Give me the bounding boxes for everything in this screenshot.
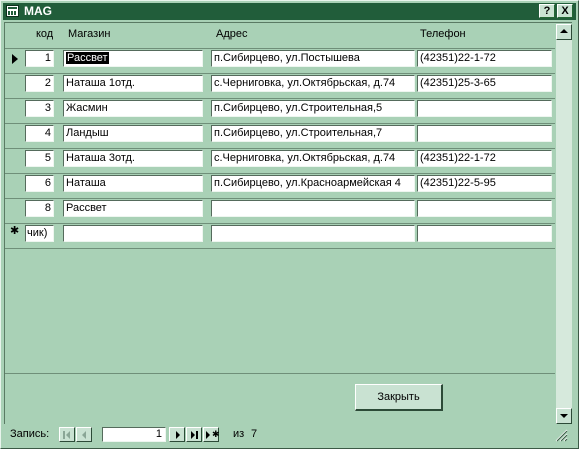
form-body: код Магазин Адрес Телефон 1 Рассвет п.Си…	[4, 22, 572, 424]
record-row: 8 Рассвет	[7, 200, 555, 222]
size-grip-icon[interactable]	[554, 428, 568, 442]
phone-field[interactable]	[417, 200, 552, 217]
phone-field[interactable]: (42351)22-5-95	[417, 175, 552, 192]
record-total: 7	[251, 428, 258, 440]
header-shop: Магазин	[68, 28, 111, 40]
record-row: 1 Рассвет п.Сибирцево, ул.Постышева (423…	[7, 50, 555, 72]
shop-field[interactable]: Рассвет	[63, 200, 203, 217]
first-record-icon[interactable]	[59, 427, 75, 442]
title-bar[interactable]: MAG ? X	[3, 3, 576, 20]
row-divider	[5, 73, 555, 74]
phone-field[interactable]: (42351)22-1-72	[417, 150, 552, 167]
code-field[interactable]: 4	[25, 125, 54, 142]
shop-field[interactable]: Наташа 3отд.	[63, 150, 203, 167]
record-selector[interactable]	[10, 175, 20, 193]
form-window: MAG ? X код Магазин Адрес Телефон 1 Расс…	[0, 0, 579, 449]
code-field[interactable]: 2	[25, 75, 54, 92]
row-divider	[5, 48, 555, 49]
row-divider	[5, 173, 555, 174]
window-title: MAG	[24, 4, 52, 18]
phone-field[interactable]	[417, 100, 552, 117]
new-record-icon[interactable]	[10, 225, 20, 243]
header-address: Адрес	[216, 28, 248, 40]
new-record-nav-icon[interactable]: ✱	[203, 427, 220, 442]
address-field[interactable]: с.Черниговка, ул.Октябрьская, д.74	[211, 150, 415, 167]
close-window-button[interactable]: X	[557, 4, 573, 18]
code-field[interactable]: 8	[25, 200, 54, 217]
next-record-icon[interactable]	[169, 427, 185, 442]
code-field[interactable]: 1	[25, 50, 54, 67]
help-button[interactable]: ?	[539, 4, 555, 18]
header-code: код	[36, 28, 54, 40]
code-field[interactable]: чик)	[25, 225, 54, 242]
record-row: 6 Наташа п.Сибирцево, ул.Красноармейская…	[7, 175, 555, 197]
record-navigation: Запись: 1 ✱ из 7	[4, 425, 572, 445]
address-field[interactable]: с.Черниговка, ул.Октябрьская, д.74	[211, 75, 415, 92]
shop-field[interactable]: Жасмин	[63, 100, 203, 117]
form-icon	[6, 5, 19, 17]
record-row: 4 Ландыш п.Сибирцево, ул.Строительная,7	[7, 125, 555, 147]
record-selector[interactable]	[10, 100, 20, 118]
shop-field[interactable]: Наташа 1отд.	[63, 75, 203, 92]
row-divider	[5, 98, 555, 99]
address-field[interactable]	[211, 200, 415, 217]
last-record-icon[interactable]	[186, 427, 202, 442]
record-row: 3 Жасмин п.Сибирцево, ул.Строительная,5	[7, 100, 555, 122]
code-field[interactable]: 3	[25, 100, 54, 117]
vertical-scrollbar[interactable]	[556, 24, 572, 424]
code-field[interactable]: 5	[25, 150, 54, 167]
record-selector-current[interactable]	[10, 50, 20, 68]
record-of-label: из	[233, 428, 245, 440]
shop-field[interactable]: Ландыш	[63, 125, 203, 142]
shop-field[interactable]: Рассвет	[63, 50, 203, 67]
row-divider	[5, 148, 555, 149]
scroll-down-icon[interactable]	[556, 408, 572, 424]
record-label: Запись:	[10, 428, 50, 440]
row-divider	[5, 198, 555, 199]
phone-field[interactable]	[417, 125, 552, 142]
phone-field[interactable]: (42351)22-1-72	[417, 50, 552, 67]
new-record-row: чик)	[7, 225, 555, 247]
address-field[interactable]: п.Сибирцево, ул.Строительная,5	[211, 100, 415, 117]
phone-field[interactable]: (42351)25-3-65	[417, 75, 552, 92]
record-selector[interactable]	[10, 150, 20, 168]
record-row: 5 Наташа 3отд. с.Черниговка, ул.Октябрьс…	[7, 150, 555, 172]
record-number-input[interactable]: 1	[102, 427, 166, 442]
shop-field[interactable]: Наташа	[63, 175, 203, 192]
address-field[interactable]: п.Сибирцево, ул.Постышева	[211, 50, 415, 67]
address-field[interactable]	[211, 225, 415, 242]
address-field[interactable]: п.Сибирцево, ул.Красноармейская 4	[211, 175, 415, 192]
record-selector[interactable]	[10, 200, 20, 218]
header-phone: Телефон	[420, 28, 466, 40]
record-row: 2 Наташа 1отд. с.Черниговка, ул.Октябрьс…	[7, 75, 555, 97]
form-footer-divider	[5, 373, 555, 374]
row-divider	[5, 223, 555, 224]
close-form-button[interactable]: Закрыть	[355, 384, 443, 411]
row-divider	[5, 248, 555, 249]
row-divider	[5, 123, 555, 124]
record-selector[interactable]	[10, 125, 20, 143]
scroll-up-icon[interactable]	[556, 24, 572, 40]
shop-field[interactable]	[63, 225, 203, 242]
code-field[interactable]: 6	[25, 175, 54, 192]
address-field[interactable]: п.Сибирцево, ул.Строительная,7	[211, 125, 415, 142]
record-selector[interactable]	[10, 75, 20, 93]
phone-field[interactable]	[417, 225, 552, 242]
previous-record-icon[interactable]	[76, 427, 92, 442]
